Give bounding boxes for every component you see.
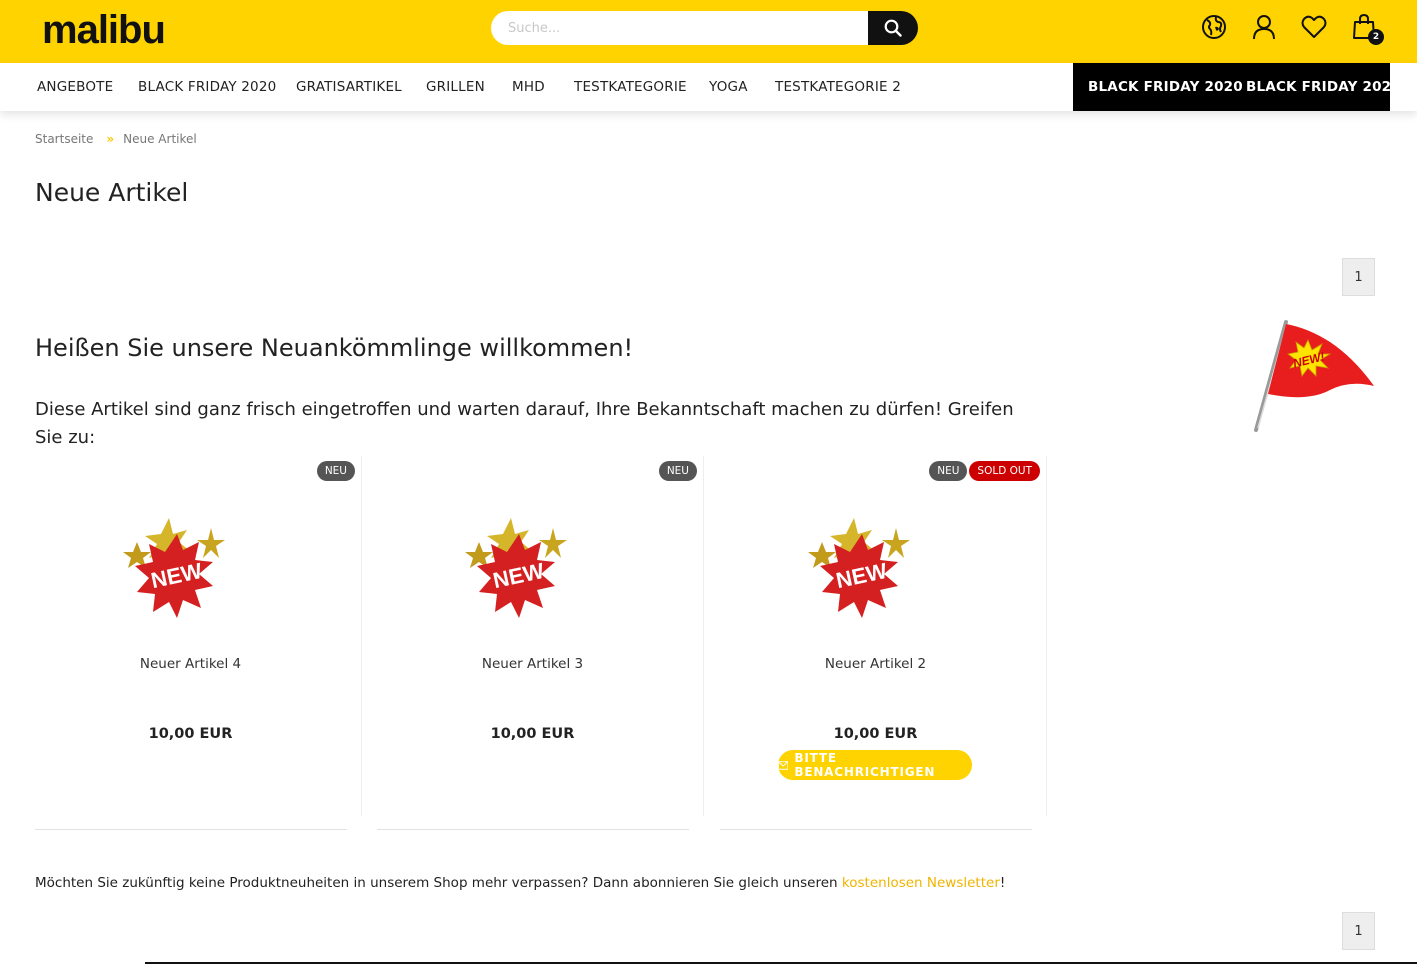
new-badge: NEU: [658, 461, 697, 481]
newsletter-text: Möchten Sie zukünftig keine Produktneuhe…: [35, 875, 1005, 891]
notify-me-label: BITTE BENACHRICHTIGEN: [794, 751, 936, 779]
page-title: Neue Artikel: [35, 178, 189, 207]
card-divider: [377, 829, 689, 830]
logo[interactable]: malibu: [42, 8, 166, 53]
product-badges: NEU: [316, 461, 355, 481]
newsletter-text-after: !: [999, 875, 1006, 891]
envelope-icon: [778, 760, 789, 770]
product-image[interactable]: NEW: [457, 512, 579, 640]
search-icon: [884, 19, 902, 37]
globe-icon: [1202, 15, 1226, 39]
nav-item-mhd[interactable]: MHD: [512, 63, 545, 111]
intro-text: Diese Artikel sind ganz frisch eingetrof…: [35, 399, 1014, 448]
new-badge: NEU: [929, 461, 968, 481]
card-divider: [720, 829, 1032, 830]
product-image[interactable]: NEW: [115, 512, 237, 640]
search-button[interactable]: [868, 11, 918, 45]
nav-item-grillen[interactable]: GRILLEN: [426, 63, 485, 111]
product-badges: NEU: [658, 461, 697, 481]
wishlist-button[interactable]: [1300, 13, 1328, 41]
nav-highlight-black-friday-1[interactable]: BLACK FRIDAY 2020: [1088, 63, 1243, 111]
nav-item-angebote[interactable]: ANGEBOTE: [37, 63, 113, 111]
product-price: 10,00 EUR: [148, 726, 233, 742]
notify-me-button[interactable]: BITTE BENACHRICHTIGEN: [778, 750, 972, 780]
new-badge: NEU: [316, 461, 355, 481]
product-badges: NEU SOLD OUT: [929, 461, 1040, 481]
pagination-page-1-top[interactable]: 1: [1342, 258, 1375, 296]
breadcrumb-current: Neue Artikel: [123, 132, 197, 146]
nav-highlight-black-friday-2[interactable]: BLACK FRIDAY 2020: [1246, 63, 1401, 111]
product-image[interactable]: NEW: [800, 512, 922, 640]
product-card[interactable]: NEU NEW Neuer Artikel 4 10,00 EUR: [20, 456, 362, 816]
user-icon: [1253, 15, 1275, 40]
product-name[interactable]: Neuer Artikel 4: [20, 656, 361, 672]
cart-count-badge: 2: [1368, 29, 1384, 45]
nav-item-black-friday[interactable]: BLACK FRIDAY 2020: [138, 63, 276, 111]
nav-item-testkategorie-2[interactable]: TESTKATEGORIE 2: [775, 63, 901, 111]
breadcrumb: Startseite » Neue Artikel: [35, 132, 197, 146]
nav-item-testkategorie[interactable]: TESTKATEGORIE: [574, 63, 687, 111]
product-card[interactable]: NEU SOLD OUT NEW Neuer Artikel 2 10,00 E…: [705, 456, 1047, 816]
nav-item-yoga[interactable]: YOGA: [709, 63, 748, 111]
pagination-page-1-bottom[interactable]: 1: [1342, 912, 1375, 950]
account-button[interactable]: [1250, 13, 1278, 41]
product-price: 10,00 EUR: [490, 726, 575, 742]
welcome-heading: Heißen Sie unsere Neuankömmlinge willkom…: [35, 334, 634, 362]
nav-highlight-area: BLACK FRIDAY 2020 BLACK FRIDAY 2020: [1073, 63, 1401, 111]
product-name[interactable]: Neuer Artikel 2: [705, 656, 1046, 672]
new-flag-image: NEW!: [1254, 320, 1374, 432]
newsletter-link[interactable]: kostenlosen Newsletter: [842, 875, 1000, 891]
breadcrumb-home-link[interactable]: Startseite: [35, 132, 93, 146]
language-button[interactable]: [1200, 13, 1228, 41]
card-divider: [35, 829, 347, 830]
product-price: 10,00 EUR: [833, 726, 918, 742]
sold-out-badge: SOLD OUT: [969, 461, 1040, 481]
breadcrumb-separator: »: [106, 132, 115, 146]
nav-item-gratisartikel[interactable]: GRATISARTIKEL: [296, 63, 402, 111]
heart-icon: [1301, 15, 1327, 38]
cart-button[interactable]: 2: [1350, 13, 1384, 45]
main-navigation: ANGEBOTE BLACK FRIDAY 2020 GRATISARTIKEL…: [0, 63, 1417, 111]
newsletter-text-before: Möchten Sie zukünftig keine Produktneuhe…: [35, 875, 842, 891]
search-form: [491, 11, 918, 45]
product-card[interactable]: NEU NEW Neuer Artikel 3 10,00 EUR: [362, 456, 704, 816]
header-bar: malibu 2: [0, 0, 1417, 63]
search-input[interactable]: [491, 11, 869, 45]
product-name[interactable]: Neuer Artikel 3: [362, 656, 703, 672]
